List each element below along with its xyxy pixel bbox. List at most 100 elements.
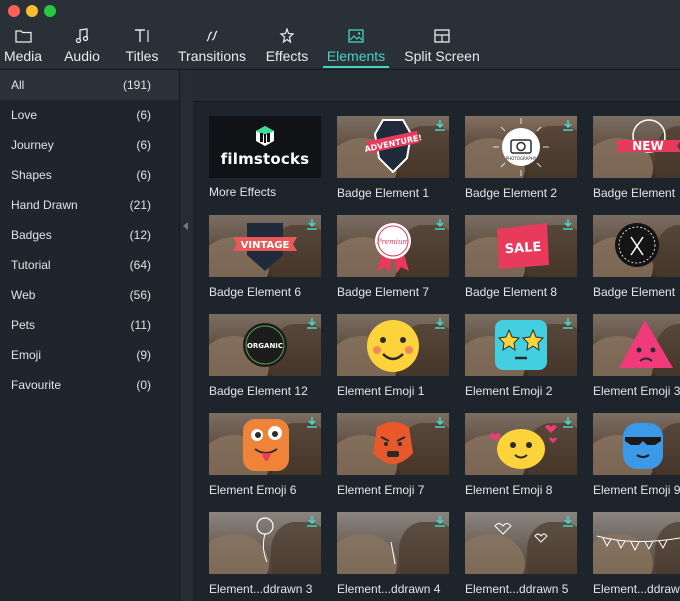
tab-split-screen[interactable]: Split Screen — [404, 22, 480, 70]
badge-element-7-thumbnail[interactable]: Premium — [337, 215, 449, 277]
sidebar-collapse-handle[interactable] — [180, 70, 193, 601]
sidebar-item-badges[interactable]: Badges (12) — [0, 220, 179, 250]
love-emoji-icon — [489, 425, 557, 469]
download-icon[interactable] — [562, 218, 574, 230]
balloon-doodle-icon — [256, 517, 274, 563]
doodle-icon — [390, 541, 396, 565]
badge-element-new-thumbnail[interactable]: NEW — [593, 116, 680, 178]
category-name: Journey — [11, 138, 54, 152]
star-eyes-emoji-icon — [495, 320, 547, 370]
item-label: Element Emoji 3 — [593, 384, 680, 398]
tab-effects[interactable]: Effects — [265, 22, 309, 70]
download-icon[interactable] — [306, 515, 318, 527]
tab-label: Split Screen — [404, 48, 480, 64]
minimize-window-button[interactable] — [26, 5, 38, 17]
download-icon[interactable] — [306, 416, 318, 428]
badge-element-8-thumbnail[interactable]: SALE — [465, 215, 577, 277]
tab-label: Effects — [265, 48, 309, 64]
sale-badge-icon: SALE — [497, 223, 549, 269]
item-label: Element Emoji 2 — [465, 384, 553, 398]
tab-transitions[interactable]: Transitions — [178, 22, 246, 70]
item-label: Element Emoji 1 — [337, 384, 425, 398]
badge-element-kitchen-thumbnail[interactable] — [593, 215, 680, 277]
badge-element-1-thumbnail[interactable]: ADVENTURE! — [337, 116, 449, 178]
sidebar-item-tutorial[interactable]: Tutorial (64) — [0, 250, 179, 280]
item-label: Badge Element 2 — [465, 186, 558, 200]
item-label: Element...ddrawn 3 — [209, 582, 313, 596]
camera-badge-icon: PHOTOGRAPHY — [493, 118, 549, 176]
sidebar-item-shapes[interactable]: Shapes (6) — [0, 160, 179, 190]
sidebar-item-love[interactable]: Love (6) — [0, 100, 179, 130]
element-handdrawn-4-thumbnail[interactable] — [337, 512, 449, 574]
category-name: Web — [11, 288, 36, 302]
item-label: Element...ddrawn 4 — [337, 582, 441, 596]
download-icon[interactable] — [434, 317, 446, 329]
category-name: Tutorial — [11, 258, 51, 272]
category-name: Shapes — [11, 168, 52, 182]
sidebar-item-hand-drawn[interactable]: Hand Drawn (21) — [0, 190, 179, 220]
item-label: Badge Element 7 — [337, 285, 430, 299]
sidebar-item-journey[interactable]: Journey (6) — [0, 130, 179, 160]
sidebar-item-web[interactable]: Web (56) — [0, 280, 179, 310]
tab-elements[interactable]: Elements — [323, 22, 389, 70]
category-count: (56) — [129, 288, 151, 302]
tab-audio[interactable]: Audio — [64, 22, 100, 70]
tab-label: Transitions — [178, 48, 246, 64]
item-label: Element Emoji 9 — [593, 483, 680, 497]
category-count: (9) — [136, 348, 151, 362]
download-icon[interactable] — [434, 218, 446, 230]
item-label: Element Emoji 8 — [465, 483, 553, 497]
sidebar-item-favourite[interactable]: Favourite (0) — [0, 370, 179, 400]
tab-media[interactable]: Media — [4, 22, 42, 70]
download-icon[interactable] — [434, 515, 446, 527]
download-icon[interactable] — [562, 119, 574, 131]
sad-triangle-emoji-icon — [619, 320, 673, 368]
element-handdrawn-thumbnail[interactable] — [593, 512, 680, 574]
download-icon[interactable] — [562, 515, 574, 527]
download-icon[interactable] — [306, 218, 318, 230]
element-handdrawn-5-thumbnail[interactable] — [465, 512, 577, 574]
vintage-badge-icon: VINTAGE — [233, 223, 297, 271]
download-icon[interactable] — [306, 317, 318, 329]
element-emoji-6-thumbnail[interactable] — [209, 413, 321, 475]
badge-text: SALE — [504, 240, 542, 258]
download-icon[interactable] — [434, 416, 446, 428]
badge-element-12-thumbnail[interactable]: ORGANIC — [209, 314, 321, 376]
badge-text: ORGANIC — [247, 342, 283, 350]
category-count: (64) — [129, 258, 151, 272]
badge-element-6-thumbnail[interactable]: VINTAGE — [209, 215, 321, 277]
element-emoji-8-thumbnail[interactable] — [465, 413, 577, 475]
category-count: (0) — [136, 378, 151, 392]
element-handdrawn-3-thumbnail[interactable] — [209, 512, 321, 574]
premium-badge-icon: Premium — [375, 223, 411, 273]
organic-badge-icon: ORGANIC — [243, 323, 287, 367]
image-icon — [348, 27, 364, 45]
tab-titles[interactable]: Titles — [124, 22, 160, 70]
badge-text: VINTAGE — [241, 240, 290, 251]
element-emoji-3-thumbnail[interactable] — [593, 314, 680, 376]
sidebar-item-pets[interactable]: Pets (11) — [0, 310, 179, 340]
hearts-doodle-icon — [494, 523, 548, 543]
badge-element-2-thumbnail[interactable]: PHOTOGRAPHY — [465, 116, 577, 178]
badge-text: NEW — [632, 139, 663, 153]
element-emoji-2-thumbnail[interactable] — [465, 314, 577, 376]
music-note-icon — [75, 27, 89, 45]
sidebar-item-emoji[interactable]: Emoji (9) — [0, 340, 179, 370]
zoom-window-button[interactable] — [44, 5, 56, 17]
tab-label: Elements — [326, 48, 386, 64]
new-badge-icon: NEW — [615, 119, 680, 153]
sidebar-item-all[interactable]: All (191) — [0, 70, 179, 100]
close-window-button[interactable] — [8, 5, 20, 17]
bunting-doodle-icon — [596, 535, 680, 552]
elements-grid-panel: filmstocks More Effects ADVENTURE! Badge… — [193, 70, 680, 601]
split-screen-icon — [434, 27, 450, 45]
category-count: (6) — [136, 168, 151, 182]
element-emoji-7-thumbnail[interactable] — [337, 413, 449, 475]
download-icon[interactable] — [562, 416, 574, 428]
library-toolbar: Media Audio Titles Transitions Effects E… — [0, 22, 680, 70]
element-emoji-9-thumbnail[interactable] — [593, 413, 680, 475]
element-emoji-1-thumbnail[interactable] — [337, 314, 449, 376]
filmstocks-thumbnail[interactable]: filmstocks — [209, 116, 321, 178]
download-icon[interactable] — [562, 317, 574, 329]
download-icon[interactable] — [434, 119, 446, 131]
